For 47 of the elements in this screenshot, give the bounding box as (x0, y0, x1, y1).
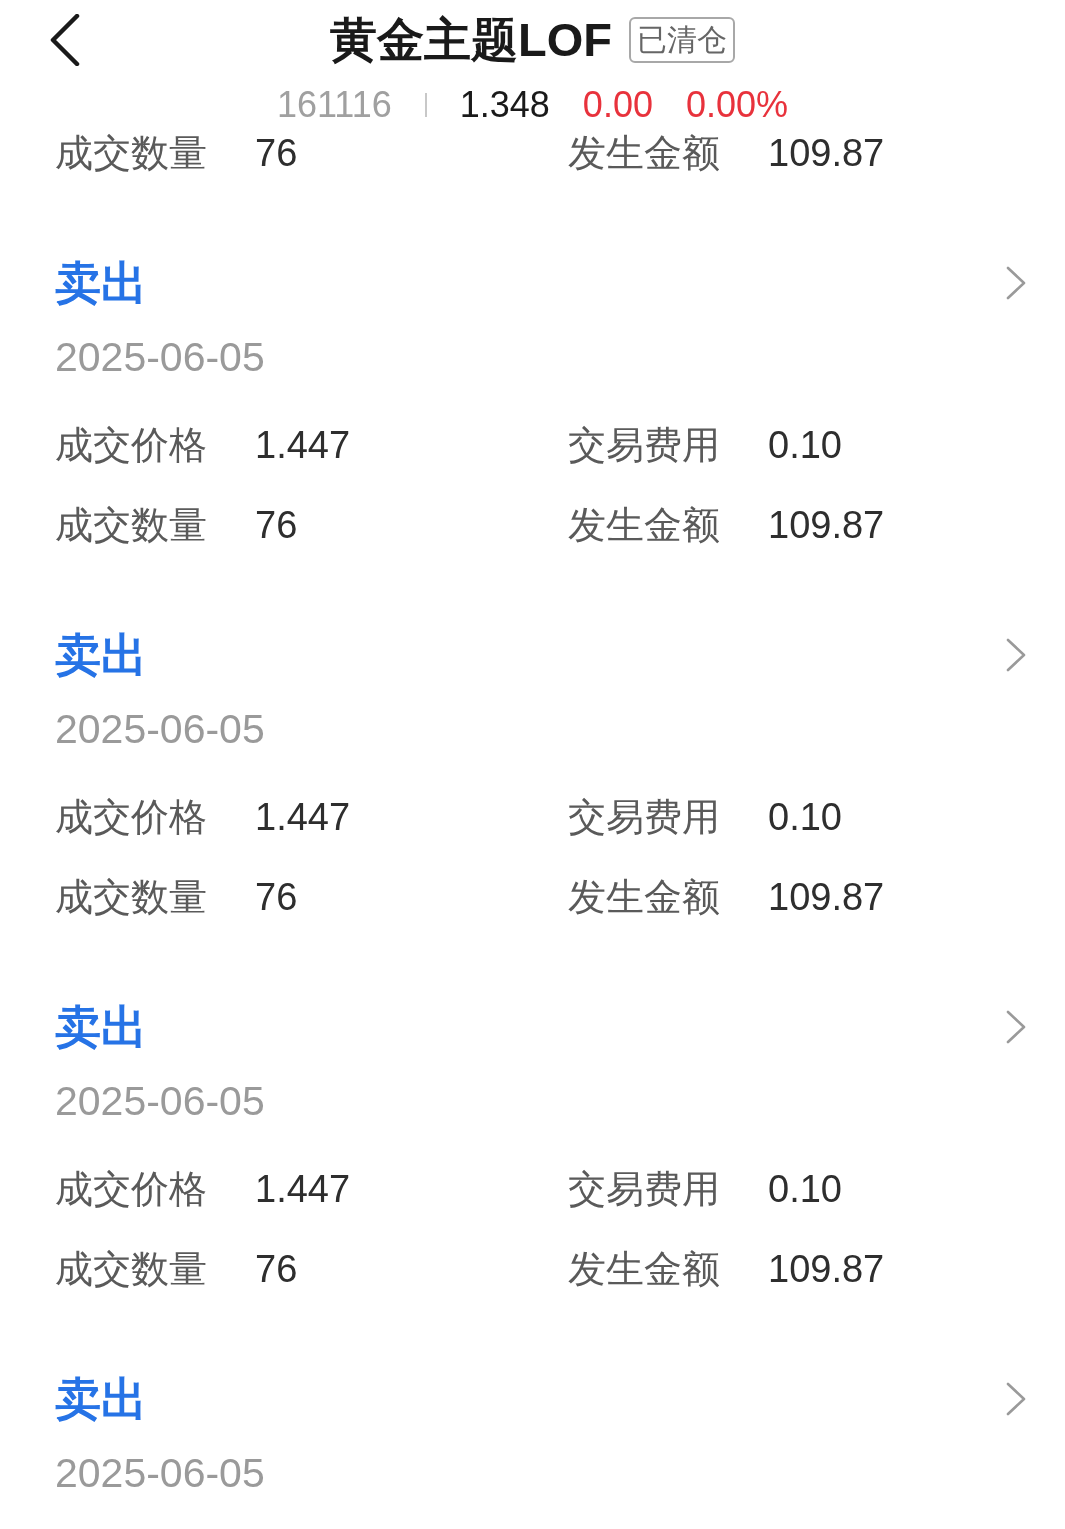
trade-type: 卖出 (55, 1372, 147, 1426)
field-label: 成交价格 (55, 795, 207, 840)
field-label: 成交价格 (55, 1167, 207, 1212)
change-amount: 0.00 (582, 85, 653, 125)
chevron-right-icon[interactable] (1006, 638, 1026, 672)
field-label: 发生金额 (568, 131, 720, 176)
field-label: 成交数量 (55, 875, 207, 920)
field-label: 交易费用 (568, 795, 720, 840)
back-icon[interactable] (50, 14, 80, 66)
page-title: 黄金主题LOF (330, 12, 612, 68)
field-label: 成交数量 (55, 131, 207, 176)
field-value: 109.87 (768, 131, 885, 176)
field-label: 成交价格 (55, 423, 207, 468)
field-value: 1.447 (255, 795, 351, 840)
change-percent: 0.00% (685, 85, 788, 125)
net-value: 1.348 (459, 85, 550, 125)
field-value: 0.10 (768, 423, 842, 468)
field-value: 109.87 (768, 1247, 885, 1292)
field-label: 发生金额 (568, 875, 720, 920)
field-label: 发生金额 (568, 1247, 720, 1292)
field-value: 76 (255, 875, 298, 920)
trade-date: 2025-06-05 (55, 334, 265, 380)
field-label: 成交数量 (55, 503, 207, 548)
field-value: 1.447 (255, 1167, 351, 1212)
field-value: 109.87 (768, 503, 885, 548)
field-value: 76 (255, 503, 298, 548)
field-label: 发生金额 (568, 503, 720, 548)
field-label: 成交数量 (55, 1247, 207, 1292)
trade-date: 2025-06-05 (55, 1078, 265, 1124)
field-value: 0.10 (768, 795, 842, 840)
trade-type: 卖出 (55, 256, 147, 310)
status-badge: 已清仓 (629, 17, 735, 63)
chevron-right-icon[interactable] (1006, 266, 1026, 300)
field-value: 0.10 (768, 1167, 842, 1212)
trade-type: 卖出 (55, 628, 147, 682)
field-value: 76 (255, 131, 298, 176)
field-label: 交易费用 (568, 1167, 720, 1212)
field-value: 1.447 (255, 423, 351, 468)
chevron-right-icon[interactable] (1006, 1010, 1026, 1044)
field-label: 交易费用 (568, 423, 720, 468)
trade-date: 2025-06-05 (55, 1450, 265, 1496)
trade-date: 2025-06-05 (55, 706, 265, 752)
field-value: 76 (255, 1247, 298, 1292)
trade-type: 卖出 (55, 1000, 147, 1054)
field-value: 109.87 (768, 875, 885, 920)
chevron-right-icon[interactable] (1006, 1382, 1026, 1416)
fund-code: 161116 (276, 85, 392, 125)
